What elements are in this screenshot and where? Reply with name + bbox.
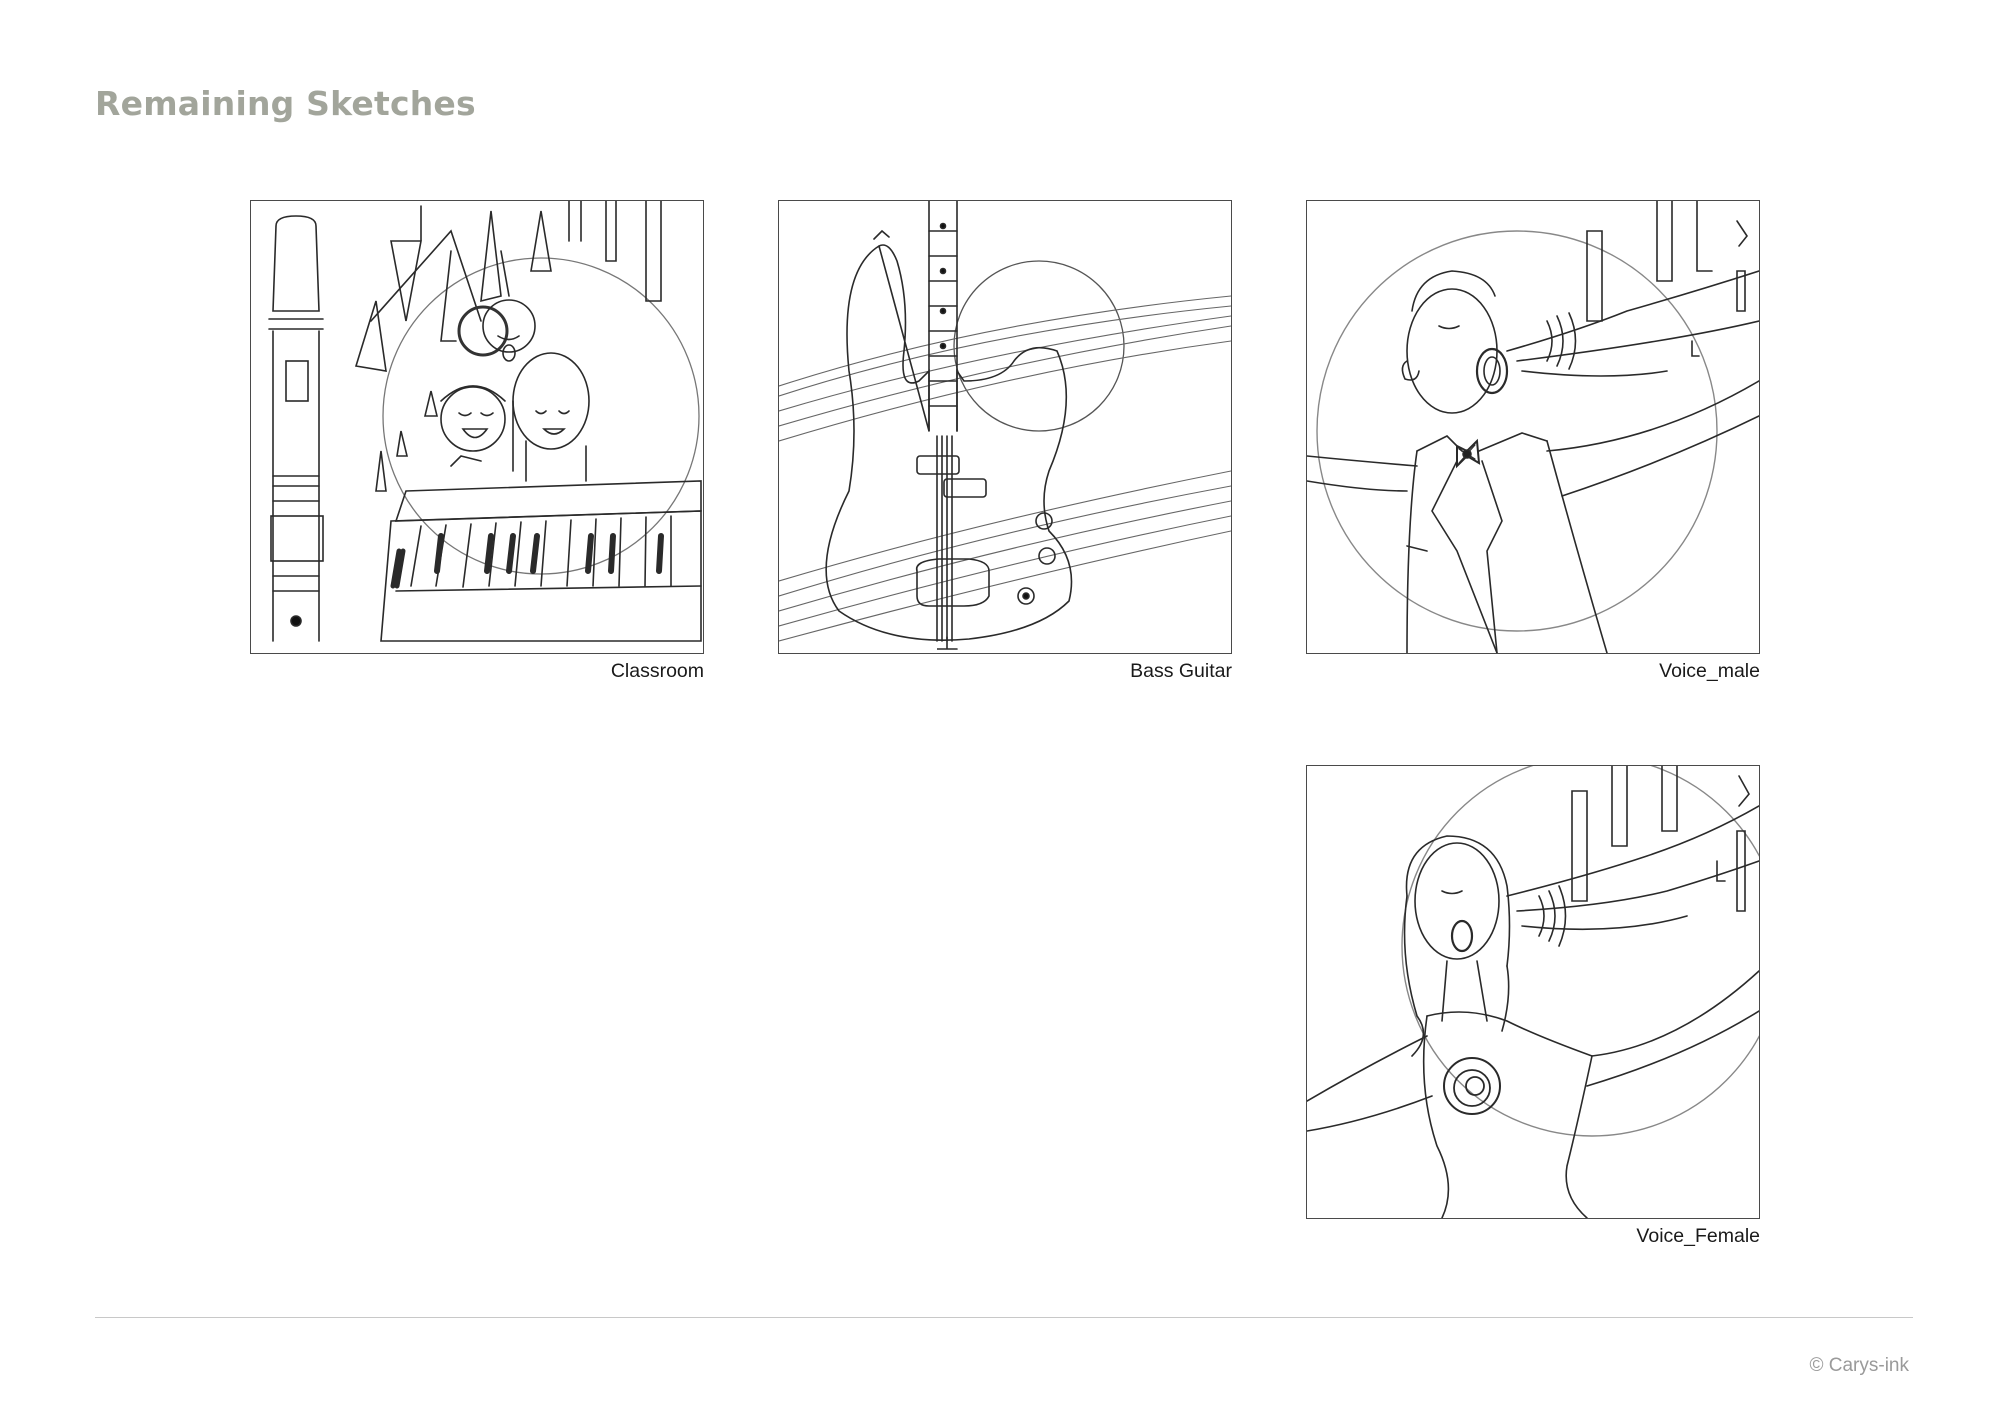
sketch-card-classroom: Classroom: [250, 200, 704, 683]
sketch-card-bass-guitar: Bass Guitar: [778, 200, 1232, 683]
sketch-card-voice-male: Voice_male: [1306, 200, 1760, 683]
copyright-notice: © Carys-ink: [1809, 1355, 1909, 1376]
page-title: Remaining Sketches: [95, 84, 476, 123]
sketch-caption: Bass Guitar: [1130, 660, 1232, 682]
footer-divider: [95, 1317, 1913, 1318]
sketch-card-voice-female: Voice_Female: [1306, 765, 1760, 1248]
sketch-image-classroom: [250, 200, 704, 654]
sketch-image-bass-guitar: [778, 200, 1232, 654]
sketch-image-voice-female: [1306, 765, 1760, 1219]
sketch-image-voice-male: [1306, 200, 1760, 654]
sketch-caption: Classroom: [610, 660, 704, 682]
sketch-caption: Voice_Female: [1636, 1225, 1760, 1247]
sketch-caption: Voice_male: [1659, 660, 1760, 682]
